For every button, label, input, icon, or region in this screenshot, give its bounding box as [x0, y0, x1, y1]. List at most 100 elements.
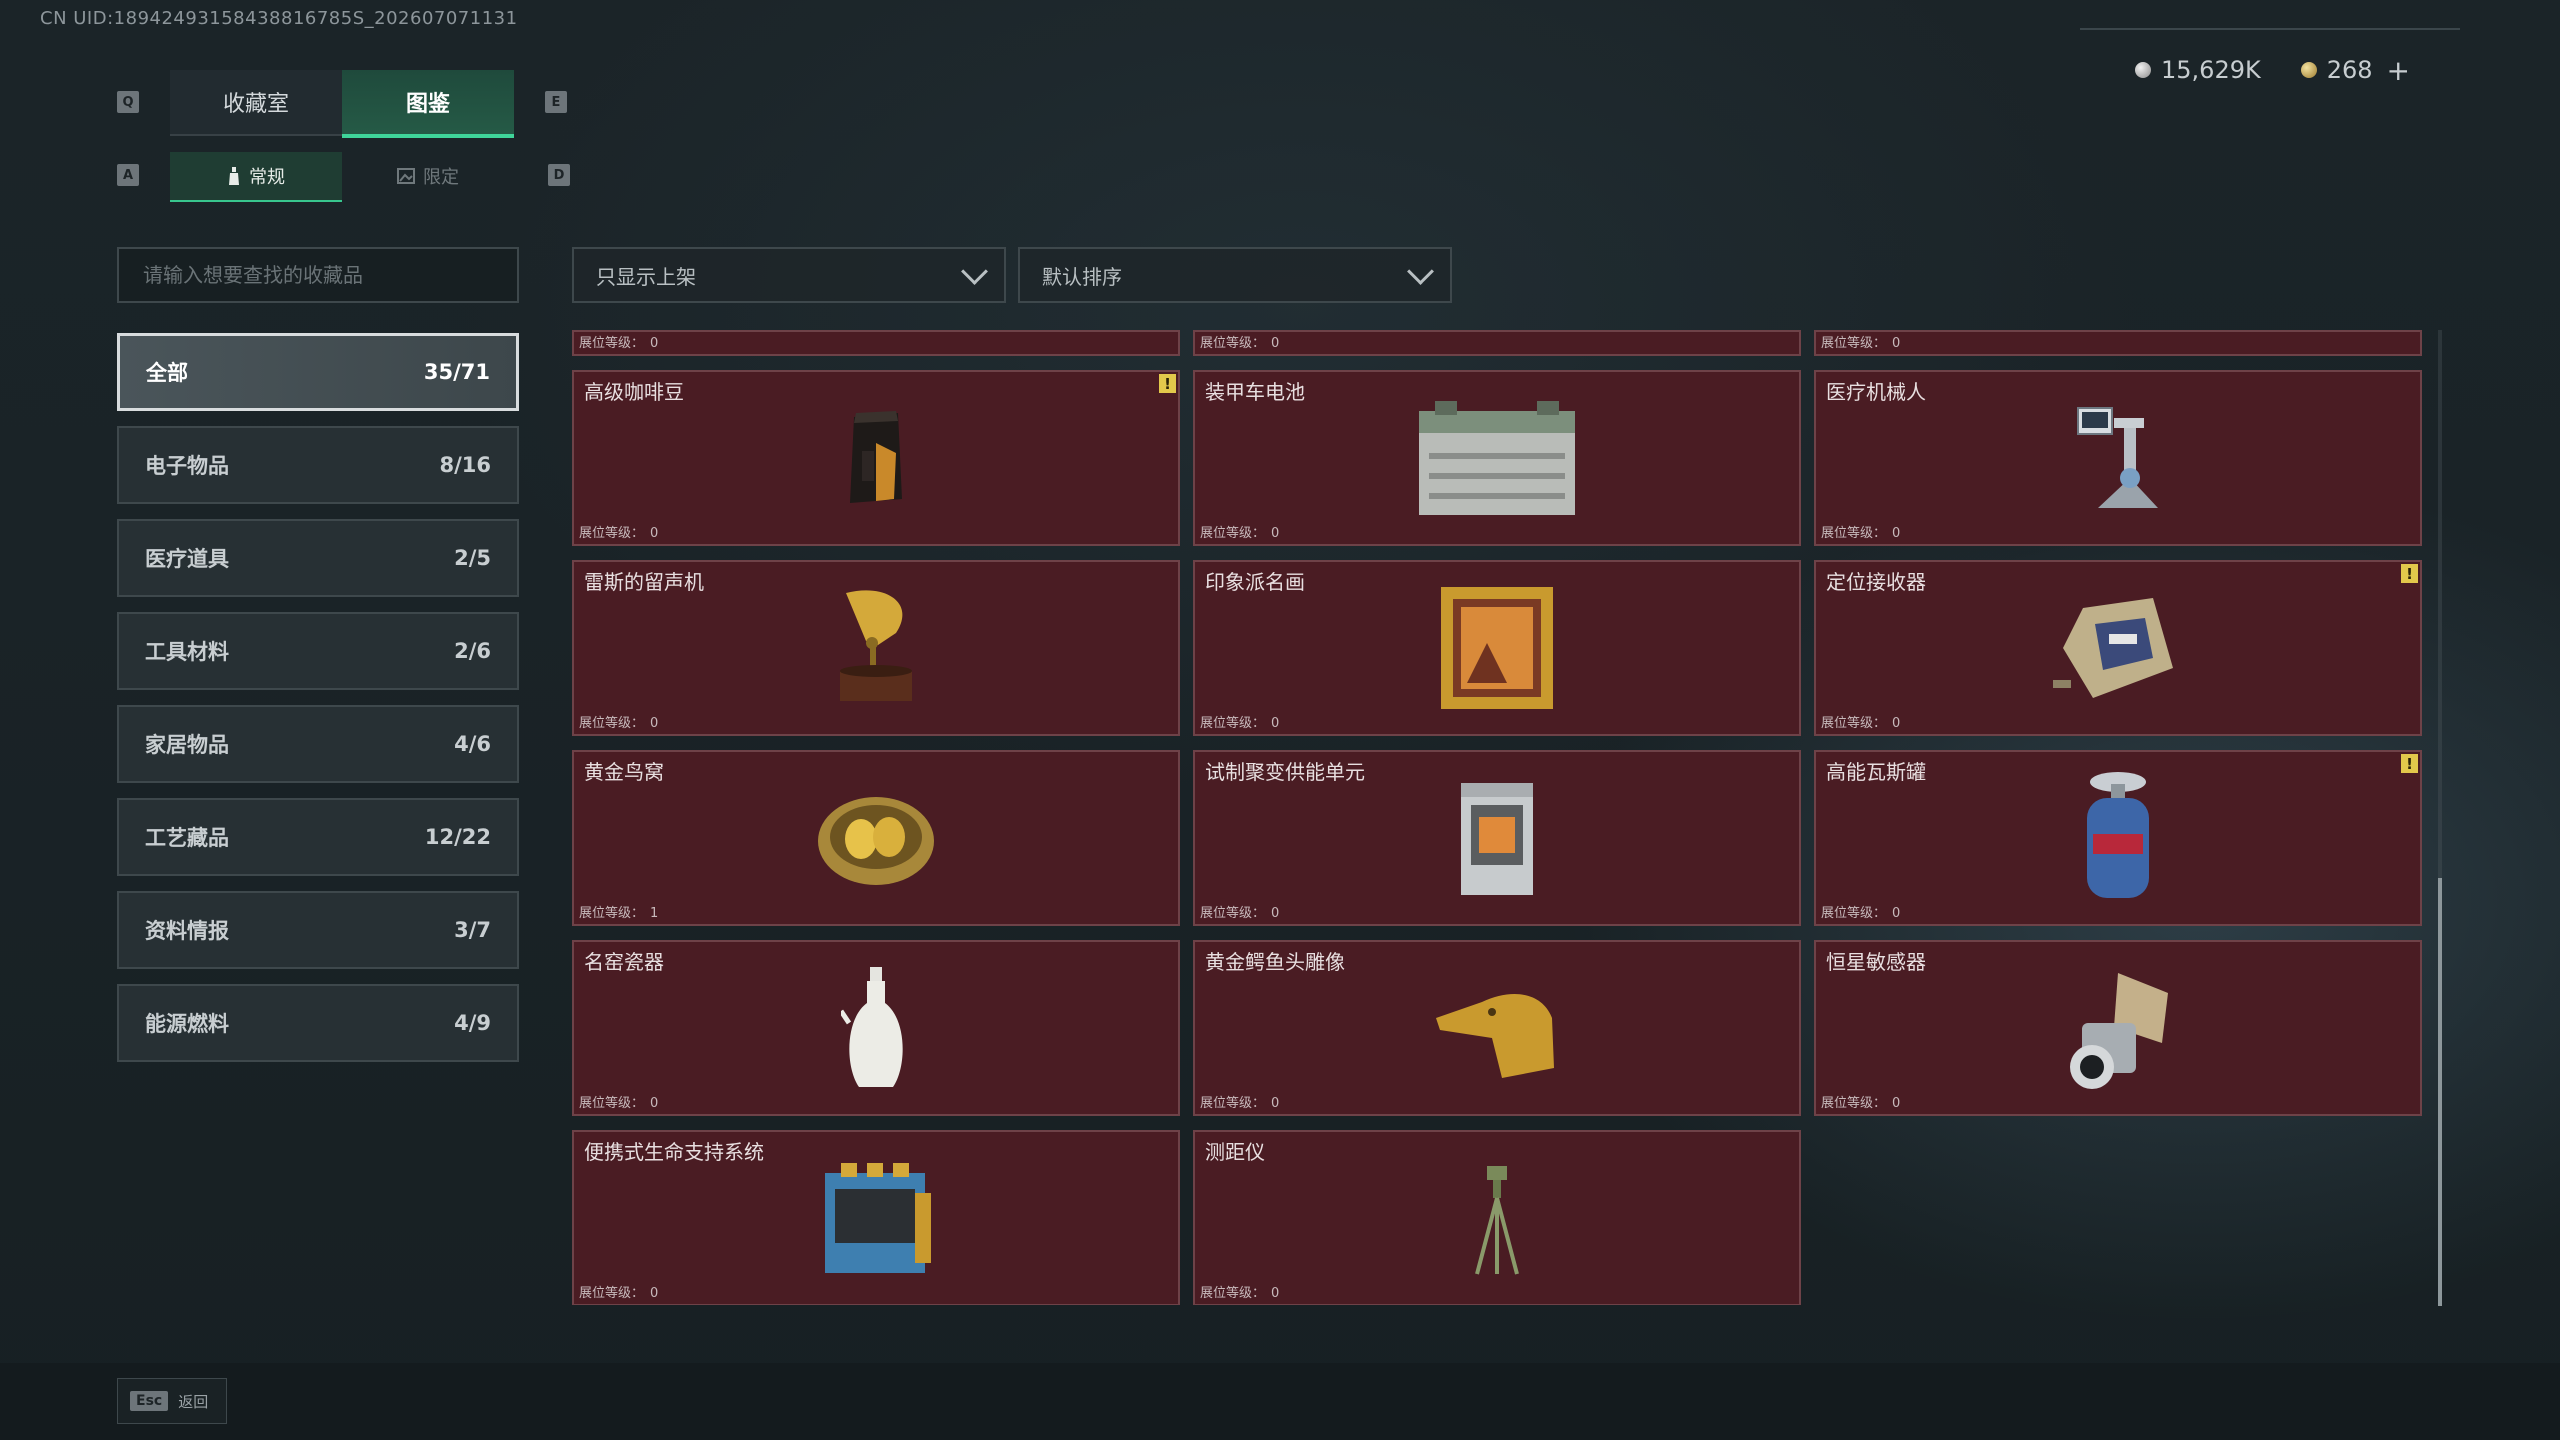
tab-catalog[interactable]: 图鉴 — [342, 70, 514, 138]
collection-card[interactable]: 试制聚变供能单元 展位等级： 0 — [1193, 750, 1801, 926]
warning-icon: ! — [2401, 564, 2418, 583]
collection-card[interactable]: 展位等级： 0 — [572, 330, 1180, 356]
category-label: 电子物品 — [145, 454, 229, 478]
scrollbar-thumb[interactable] — [2438, 878, 2442, 1306]
category-energy[interactable]: 能源燃料 4/9 — [117, 984, 519, 1062]
footer-bar — [0, 1363, 2560, 1440]
category-count: 2/5 — [454, 546, 491, 570]
item-name: 装甲车电池 — [1205, 380, 1305, 404]
booth-level-label: 展位等级： — [1821, 1096, 1887, 1111]
back-button[interactable]: Esc 返回 — [117, 1378, 227, 1424]
booth-level-value: 0 — [650, 336, 659, 351]
booth-level-label: 展位等级： — [1200, 1286, 1266, 1301]
search-input[interactable] — [141, 262, 517, 288]
collection-card[interactable]: 医疗机械人 展位等级： 0 — [1814, 370, 2422, 546]
collection-card[interactable]: 装甲车电池 展位等级： 0 — [1193, 370, 1801, 546]
category-list: 全部 35/71 电子物品 8/16 医疗道具 2/5 工具材料 2/6 家居物… — [117, 333, 519, 1077]
category-intel[interactable]: 资料情报 3/7 — [117, 891, 519, 969]
category-count: 8/16 — [439, 453, 491, 477]
category-electronics[interactable]: 电子物品 8/16 — [117, 426, 519, 504]
collection-card[interactable]: 测距仪 展位等级： 0 — [1193, 1130, 1801, 1305]
booth-level: 展位等级： 0 — [579, 1092, 658, 1111]
booth-level: 展位等级： 0 — [579, 1282, 658, 1301]
booth-level-label: 展位等级： — [579, 716, 645, 731]
booth-level-label: 展位等级： — [1821, 906, 1887, 921]
collection-card[interactable]: 高能瓦斯罐 ! 展位等级： 0 — [1814, 750, 2422, 926]
booth-level: 展位等级： 0 — [579, 332, 658, 351]
collection-grid: 展位等级： 0 展位等级： 0 展位等级： 0 高级咖啡豆 ! 展位等级： 0 装甲车电… — [572, 330, 2432, 1305]
silver-currency: 15,629K — [2135, 56, 2261, 84]
item-name: 黄金鳄鱼头雕像 — [1205, 950, 1345, 974]
decorative-line — [2080, 28, 2460, 30]
booth-level-value: 0 — [1271, 1096, 1280, 1111]
collection-card[interactable]: 黄金鳄鱼头雕像 展位等级： 0 — [1193, 940, 1801, 1116]
booth-level-label: 展位等级： — [1200, 336, 1266, 351]
collection-card[interactable]: 雷斯的留声机 展位等级： 0 — [572, 560, 1180, 736]
collection-card[interactable]: 展位等级： 0 — [1814, 330, 2422, 356]
gold-amount: 268 — [2326, 56, 2373, 84]
collection-card[interactable]: 黄金鸟窝 展位等级： 1 — [572, 750, 1180, 926]
category-label: 家居物品 — [145, 733, 229, 757]
collection-card[interactable]: 定位接收器 ! 展位等级： 0 — [1814, 560, 2422, 736]
esc-key-icon: Esc — [130, 1391, 169, 1411]
collection-card[interactable]: 恒星敏感器 展位等级： 0 — [1814, 940, 2422, 1116]
category-crafts[interactable]: 工艺藏品 12/22 — [117, 798, 519, 876]
category-count: 2/6 — [454, 639, 491, 663]
grid-scrollbar[interactable] — [2438, 330, 2442, 1306]
tab-collection-room[interactable]: 收藏室 — [170, 70, 342, 136]
porcelain-vase-icon — [841, 967, 903, 1087]
category-label: 能源燃料 — [145, 1012, 229, 1036]
life-support-icon — [825, 1163, 931, 1273]
item-name: 高级咖啡豆 — [584, 380, 684, 404]
booth-level-value: 0 — [1892, 526, 1901, 541]
search-box[interactable] — [117, 247, 519, 303]
item-name: 雷斯的留声机 — [584, 570, 704, 594]
booth-level-value: 0 — [650, 1096, 659, 1111]
item-name: 测距仪 — [1205, 1140, 1265, 1164]
booth-level-value: 0 — [650, 1286, 659, 1301]
booth-level-label: 展位等级： — [1821, 336, 1887, 351]
booth-level-label: 展位等级： — [579, 336, 645, 351]
image-icon — [397, 168, 415, 184]
chevron-down-icon — [961, 257, 988, 285]
collection-card[interactable]: 展位等级： 0 — [1193, 330, 1801, 356]
sub-tabs: 常规 限定 — [170, 152, 514, 202]
tab-limited[interactable]: 限定 — [342, 152, 514, 200]
booth-level-label: 展位等级： — [579, 1096, 645, 1111]
chevron-down-icon — [1407, 257, 1434, 285]
category-count: 4/6 — [454, 732, 491, 756]
category-label: 医疗道具 — [145, 547, 229, 571]
booth-level-label: 展位等级： — [1200, 906, 1266, 921]
category-all[interactable]: 全部 35/71 — [117, 333, 519, 411]
silver-coin-icon — [2135, 62, 2151, 78]
booth-level-label: 展位等级： — [1821, 526, 1887, 541]
collection-card[interactable]: 高级咖啡豆 ! 展位等级： 0 — [572, 370, 1180, 546]
booth-level-value: 1 — [650, 906, 659, 921]
tab-regular[interactable]: 常规 — [170, 152, 342, 202]
shelf-filter-dropdown[interactable]: 只显示上架 — [572, 247, 1006, 303]
gold-coin-icon — [2300, 62, 2317, 78]
booth-level: 展位等级： 0 — [1200, 902, 1279, 921]
add-currency-button[interactable]: + — [2387, 54, 2410, 87]
coffee-bag-icon — [850, 411, 902, 503]
collection-card[interactable]: 便携式生命支持系统 展位等级： 0 — [572, 1130, 1180, 1305]
collection-card[interactable]: 名窑瓷器 展位等级： 0 — [572, 940, 1180, 1116]
booth-level: 展位等级： 0 — [1821, 332, 1900, 351]
booth-level-label: 展位等级： — [579, 526, 645, 541]
booth-level: 展位等级： 0 — [1200, 332, 1279, 351]
category-household[interactable]: 家居物品 4/6 — [117, 705, 519, 783]
booth-level: 展位等级： 0 — [1821, 712, 1900, 731]
item-name: 印象派名画 — [1205, 570, 1305, 594]
category-tools[interactable]: 工具材料 2/6 — [117, 612, 519, 690]
category-medical[interactable]: 医疗道具 2/5 — [117, 519, 519, 597]
booth-level-value: 0 — [1892, 1096, 1901, 1111]
key-a-icon: A — [117, 164, 139, 186]
sort-dropdown[interactable]: 默认排序 — [1018, 247, 1452, 303]
collection-card[interactable]: 印象派名画 展位等级： 0 — [1193, 560, 1801, 736]
key-q-icon: Q — [117, 91, 139, 113]
booth-level-label: 展位等级： — [1200, 716, 1266, 731]
category-count: 12/22 — [424, 825, 491, 849]
booth-level-value: 0 — [1271, 906, 1280, 921]
booth-level-value: 0 — [1892, 716, 1901, 731]
key-e-icon: E — [545, 91, 567, 113]
